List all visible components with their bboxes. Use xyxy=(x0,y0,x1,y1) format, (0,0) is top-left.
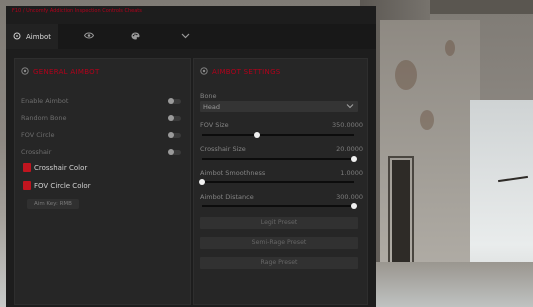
crosshair-row: Crosshair xyxy=(21,147,181,157)
window-title: F10 / Uncomfy Addiction Inspection Contr… xyxy=(12,8,142,14)
target-icon xyxy=(21,67,29,77)
tab-more[interactable] xyxy=(162,24,208,49)
tab-visuals[interactable] xyxy=(66,24,112,49)
eye-icon xyxy=(83,32,95,41)
slider-knob[interactable] xyxy=(351,156,357,162)
wall-stain xyxy=(420,110,434,130)
slider-knob[interactable] xyxy=(199,179,205,185)
aim-key-button[interactable]: Aim Key: RMB xyxy=(27,199,79,209)
aimbot-smoothness-label: Aimbot Smoothness xyxy=(200,169,266,177)
enable-aimbot-row: Enable Aimbot xyxy=(21,96,181,106)
fov-circle-color-row: FOV Circle Color xyxy=(23,181,91,190)
wall-stain xyxy=(395,60,417,90)
general-aimbot-panel: GENERAL AIMBOT Enable Aimbot Random Bone… xyxy=(14,58,191,305)
aimbot-smoothness-value: 1.0000 xyxy=(340,169,363,177)
crosshair-color-row: Crosshair Color xyxy=(23,163,87,172)
wall-stain xyxy=(445,40,455,56)
random-bone-toggle[interactable] xyxy=(168,114,181,121)
fov-circle-color-swatch[interactable] xyxy=(23,181,31,190)
tab-bar: Aimbot xyxy=(6,24,376,49)
fov-circle-row: FOV Circle xyxy=(21,130,181,140)
random-bone-row: Random Bone xyxy=(21,113,181,123)
crosshair-size-value: 20.0000 xyxy=(336,145,363,153)
crosshair-size-label: Crosshair Size xyxy=(200,145,246,153)
floor xyxy=(376,262,533,307)
rage-preset-button[interactable]: Rage Preset xyxy=(200,257,358,269)
legit-preset-button[interactable]: Legit Preset xyxy=(200,217,358,229)
palette-icon xyxy=(131,32,140,42)
crosshair-size-slider[interactable] xyxy=(202,156,357,162)
chevron-down-icon xyxy=(181,33,190,41)
aimbot-distance-value: 300.000 xyxy=(336,193,363,201)
fov-size-label: FOV Size xyxy=(200,121,229,129)
panel-title: AIMBOT SETTINGS xyxy=(212,68,281,76)
settings-icon xyxy=(200,67,208,77)
fov-size-slider[interactable] xyxy=(202,132,354,138)
bone-label: Bone xyxy=(200,92,217,100)
tab-label: Aimbot xyxy=(25,32,52,41)
toggle-label: Crosshair xyxy=(21,148,52,156)
cheat-menu-window: F10 / Uncomfy Addiction Inspection Contr… xyxy=(6,6,376,307)
color-label: FOV Circle Color xyxy=(34,181,91,190)
fov-circle-toggle[interactable] xyxy=(168,131,181,138)
aimbot-smoothness-slider[interactable] xyxy=(199,179,354,185)
crosshair-icon xyxy=(13,32,21,42)
toggle-label: Random Bone xyxy=(21,114,67,122)
tab-aimbot[interactable]: Aimbot xyxy=(6,24,58,49)
toggle-label: Enable Aimbot xyxy=(21,97,69,105)
aimbot-distance-label: Aimbot Distance xyxy=(200,193,254,201)
chevron-down-icon xyxy=(346,102,354,112)
crosshair-color-swatch[interactable] xyxy=(23,163,31,172)
bone-value: Head xyxy=(203,103,220,111)
toggle-label: FOV Circle xyxy=(21,131,55,139)
aimbot-distance-slider[interactable] xyxy=(202,203,357,209)
crosshair-toggle[interactable] xyxy=(168,148,181,155)
panel-header: AIMBOT SETTINGS xyxy=(200,67,281,77)
color-label: Crosshair Color xyxy=(34,163,88,172)
tab-colors[interactable] xyxy=(112,24,158,49)
slider-knob[interactable] xyxy=(253,132,260,138)
aimbot-settings-panel: AIMBOT SETTINGS Bone Head FOV Size 350.0… xyxy=(193,58,368,305)
bone-select[interactable]: Head xyxy=(200,101,358,112)
slider-knob[interactable] xyxy=(351,203,357,209)
enable-aimbot-toggle[interactable] xyxy=(168,97,181,104)
semi-rage-preset-button[interactable]: Semi-Rage Preset xyxy=(200,237,358,249)
panel-title: GENERAL AIMBOT xyxy=(33,68,100,76)
fov-size-value: 350.0000 xyxy=(331,121,363,129)
panel-header: GENERAL AIMBOT xyxy=(21,67,100,77)
